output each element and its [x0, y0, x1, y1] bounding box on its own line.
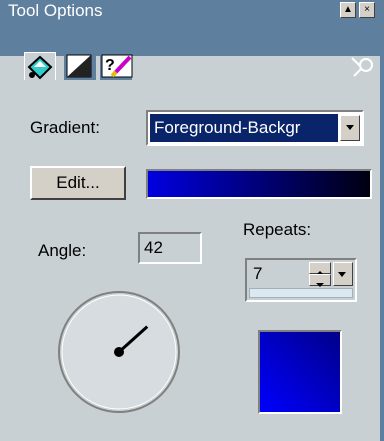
preview-fill — [260, 332, 340, 412]
edit-button[interactable]: Edit... — [30, 166, 126, 200]
gradient-select[interactable]: Foreground-Backgr — [146, 110, 364, 146]
gradient-label: Gradient: — [30, 118, 100, 137]
svg-text:?: ? — [105, 57, 115, 74]
spin-down-button[interactable] — [309, 274, 331, 287]
angle-dial[interactable] — [57, 290, 181, 414]
brush-help-icon: ? — [101, 54, 133, 78]
dial-center — [114, 347, 124, 357]
repeats-label: Repeats: — [243, 220, 312, 239]
gradient-preview-bar — [146, 169, 372, 199]
close-button[interactable]: × — [359, 2, 375, 18]
repeats-value[interactable]: 7 — [249, 262, 307, 286]
repeats-stepper[interactable]: 7 — [245, 258, 357, 302]
repeats-dropdown-button[interactable] — [333, 262, 353, 286]
chevron-down-icon — [346, 125, 354, 130]
angle-label: Angle: — [38, 241, 87, 260]
angle-value: 42 — [144, 238, 163, 257]
tab-brush-help[interactable]: ? — [100, 52, 133, 80]
dropdown-button[interactable] — [340, 115, 360, 141]
close-icon: × — [364, 4, 370, 15]
edit-button-label: Edit... — [56, 173, 100, 192]
fg-bg-swatch-icon — [66, 54, 92, 78]
angle-input[interactable]: 42 — [138, 232, 202, 264]
paint-bucket-icon — [27, 55, 53, 80]
tab-color-swatch[interactable] — [64, 52, 96, 80]
spin-up-button[interactable] — [309, 262, 331, 275]
repeats-slider[interactable] — [249, 288, 353, 298]
window-title: Tool Options — [8, 1, 103, 20]
minimize-button[interactable]: ▲ — [340, 2, 356, 18]
tool-options-panel: Tool Options ▲ × ? Gradient: Foreground-… — [0, 0, 384, 441]
minimize-icon: ▲ — [343, 4, 353, 15]
pin-icon[interactable] — [350, 54, 376, 78]
tab-strip: ? — [0, 22, 380, 80]
gradient-select-value: Foreground-Backgr — [149, 113, 339, 143]
repeats-spin-buttons[interactable] — [309, 262, 331, 287]
tab-gradient-fill[interactable] — [24, 52, 56, 80]
gradient-preview-swatch — [258, 330, 342, 414]
gradient-bar-fill — [148, 171, 370, 197]
chevron-down-icon — [338, 272, 346, 277]
title-bar[interactable]: Tool Options ▲ × — [0, 0, 380, 22]
